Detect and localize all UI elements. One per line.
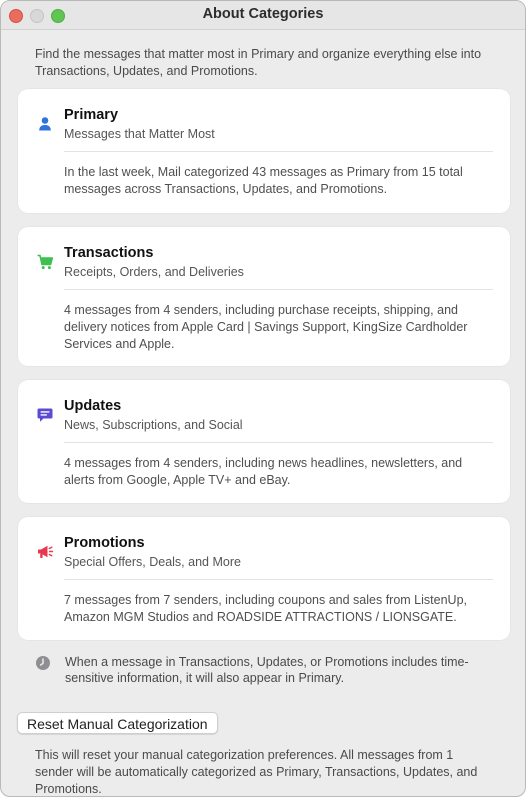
category-card-transactions: Transactions Receipts, Orders, and Deliv…	[18, 227, 510, 366]
category-description: 4 messages from 4 senders, including new…	[64, 456, 463, 487]
intro-text: Find the messages that matter most in Pr…	[35, 47, 482, 78]
clock-icon	[36, 656, 50, 670]
about-categories-window: About Categories Find the messages that …	[0, 0, 526, 797]
category-description: 4 messages from 4 senders, including pur…	[64, 303, 468, 351]
category-card-primary: Primary Messages that Matter Most In the…	[18, 89, 510, 213]
title-bar: About Categories	[1, 1, 525, 30]
category-description: 7 messages from 7 senders, including cou…	[64, 593, 467, 624]
category-card-promotions: Promotions Special Offers, Deals, and Mo…	[18, 517, 510, 640]
category-title: Transactions	[64, 245, 154, 261]
category-subtitle: News, Subscriptions, and Social	[64, 418, 243, 432]
category-card-updates: Updates News, Subscriptions, and Social …	[18, 380, 510, 503]
card-divider	[64, 579, 493, 580]
category-subtitle: Receipts, Orders, and Deliveries	[64, 265, 244, 279]
window-title: About Categories	[202, 6, 324, 22]
reset-manual-categorization-button[interactable]: Reset Manual Categorization	[17, 712, 218, 734]
cart-icon	[37, 254, 54, 270]
card-divider	[64, 442, 493, 443]
category-title: Primary	[64, 107, 119, 123]
category-title: Promotions	[64, 535, 145, 551]
reset-description: This will reset your manual categorizati…	[35, 748, 478, 796]
megaphone-icon	[38, 545, 54, 559]
category-description: In the last week, Mail categorized 43 me…	[64, 165, 463, 196]
card-divider	[64, 151, 493, 152]
category-subtitle: Messages that Matter Most	[64, 127, 215, 141]
category-subtitle: Special Offers, Deals, and More	[64, 555, 241, 569]
time-sensitive-note: When a message in Transactions, Updates,…	[65, 655, 469, 685]
person-icon	[39, 117, 51, 131]
category-title: Updates	[64, 398, 122, 414]
card-divider	[64, 289, 493, 290]
message-bubble-icon	[37, 408, 53, 422]
